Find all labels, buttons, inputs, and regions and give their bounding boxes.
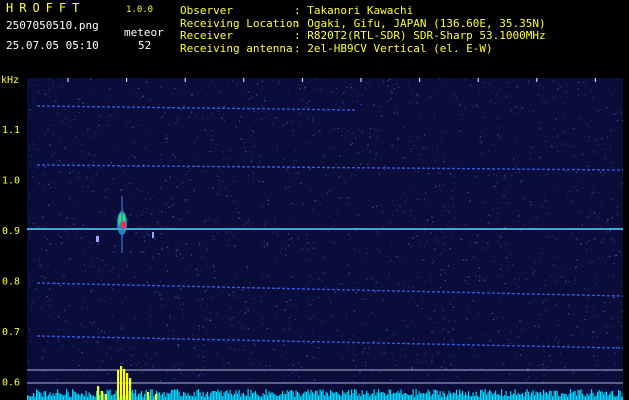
hrofft-window: HROFFT 1.0.0 2507050510.png 25.07.05 05:…: [0, 0, 629, 400]
y-unit-label: kHz: [1, 75, 19, 86]
y-tick-label: 1.0: [2, 176, 20, 187]
y-tick-label: 0.9: [2, 226, 20, 237]
y-tick-labels: 1.1 1.0 0.9 0.8 0.7 0.6: [2, 125, 20, 389]
y-tick-label: 0.7: [2, 327, 20, 338]
spectrogram-background: [27, 78, 623, 400]
spectrogram-plot: [27, 78, 623, 400]
y-tick-label: 0.8: [2, 277, 20, 288]
spectrogram-panel: [27, 78, 623, 400]
y-tick-label: 0.6: [2, 378, 20, 389]
y-tick-label: 1.1: [2, 125, 20, 136]
